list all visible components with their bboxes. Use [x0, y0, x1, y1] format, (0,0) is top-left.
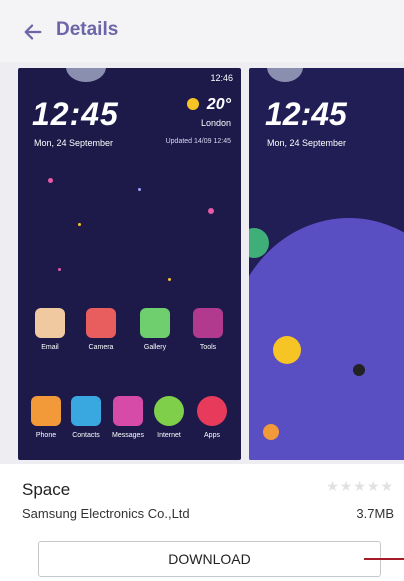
star-decoration: [138, 188, 141, 191]
lockscreen-date: Mon, 24 September: [34, 138, 114, 148]
character-decoration: [353, 364, 365, 376]
internet-icon: [154, 396, 184, 426]
theme-preview-lockscreen[interactable]: 12:46 12:45 Mon, 24 September 20° London…: [18, 68, 241, 460]
messages-icon: [113, 396, 143, 426]
character-decoration: [273, 336, 301, 364]
rating-stars: ★★★★★: [326, 478, 394, 494]
homescreen-clock: 12:45: [265, 96, 347, 132]
annotation-marker-line: [364, 558, 404, 560]
gallery-icon: [140, 308, 170, 338]
email-icon: [35, 308, 65, 338]
star-decoration: [58, 268, 61, 271]
character-decoration: [263, 424, 279, 440]
app-icon-email: Email: [30, 308, 70, 351]
app-icon-camera: Camera: [81, 308, 121, 351]
homescreen-date: Mon, 24 September: [267, 138, 347, 148]
star-decoration: [78, 223, 81, 226]
weather-temperature: 20°: [206, 96, 231, 113]
app-label: Contacts: [72, 432, 100, 439]
theme-publisher: Samsung Electronics Co.,Ltd: [22, 506, 190, 521]
app-header: Details: [0, 0, 404, 62]
app-label: Apps: [204, 432, 220, 439]
star-decoration: [168, 278, 171, 281]
phone-icon: [31, 396, 61, 426]
theme-info-panel: Space ★★★★★ Samsung Electronics Co.,Ltd …: [0, 464, 404, 581]
contacts-icon: [71, 396, 101, 426]
app-label: Gallery: [143, 344, 167, 351]
app-icon-apps: Apps: [192, 396, 232, 439]
apps-grid-icon: [197, 396, 227, 426]
weather-sun-icon: [187, 98, 199, 110]
weather-updated: Updated 14/09 12:45: [165, 138, 231, 145]
page-title: Details: [56, 19, 119, 40]
tools-icon: [193, 308, 223, 338]
app-label: Camera: [88, 344, 114, 351]
planet-decoration: [267, 68, 303, 82]
weather-city: London: [200, 118, 231, 128]
status-bar-time: 12:46: [210, 73, 233, 83]
app-icon-contacts: Contacts: [66, 396, 106, 439]
theme-size: 3.7MB: [356, 506, 394, 521]
screenshot-gallery[interactable]: 12:46 12:45 Mon, 24 September 20° London…: [0, 62, 404, 464]
app-icon-gallery: Gallery: [135, 308, 175, 351]
app-icon-messages: Messages: [108, 396, 148, 439]
camera-icon: [86, 308, 116, 338]
app-label: Internet: [157, 432, 181, 439]
app-label: Email: [41, 344, 59, 351]
planet-decoration: [66, 68, 106, 82]
theme-preview-homescreen[interactable]: 12:45 Mon, 24 September: [249, 68, 404, 460]
star-decoration: [48, 178, 53, 183]
theme-name: Space: [22, 480, 71, 499]
download-button[interactable]: DOWNLOAD: [38, 541, 381, 577]
back-arrow-icon[interactable]: [22, 21, 44, 43]
app-icon-internet: Internet: [149, 396, 189, 439]
app-icon-phone: Phone: [26, 396, 66, 439]
star-decoration: [208, 208, 214, 214]
app-label: Phone: [35, 432, 57, 439]
app-label: Tools: [199, 344, 217, 351]
app-label: Messages: [112, 432, 144, 439]
lockscreen-clock: 12:45: [32, 96, 119, 132]
app-icon-tools: Tools: [188, 308, 228, 351]
